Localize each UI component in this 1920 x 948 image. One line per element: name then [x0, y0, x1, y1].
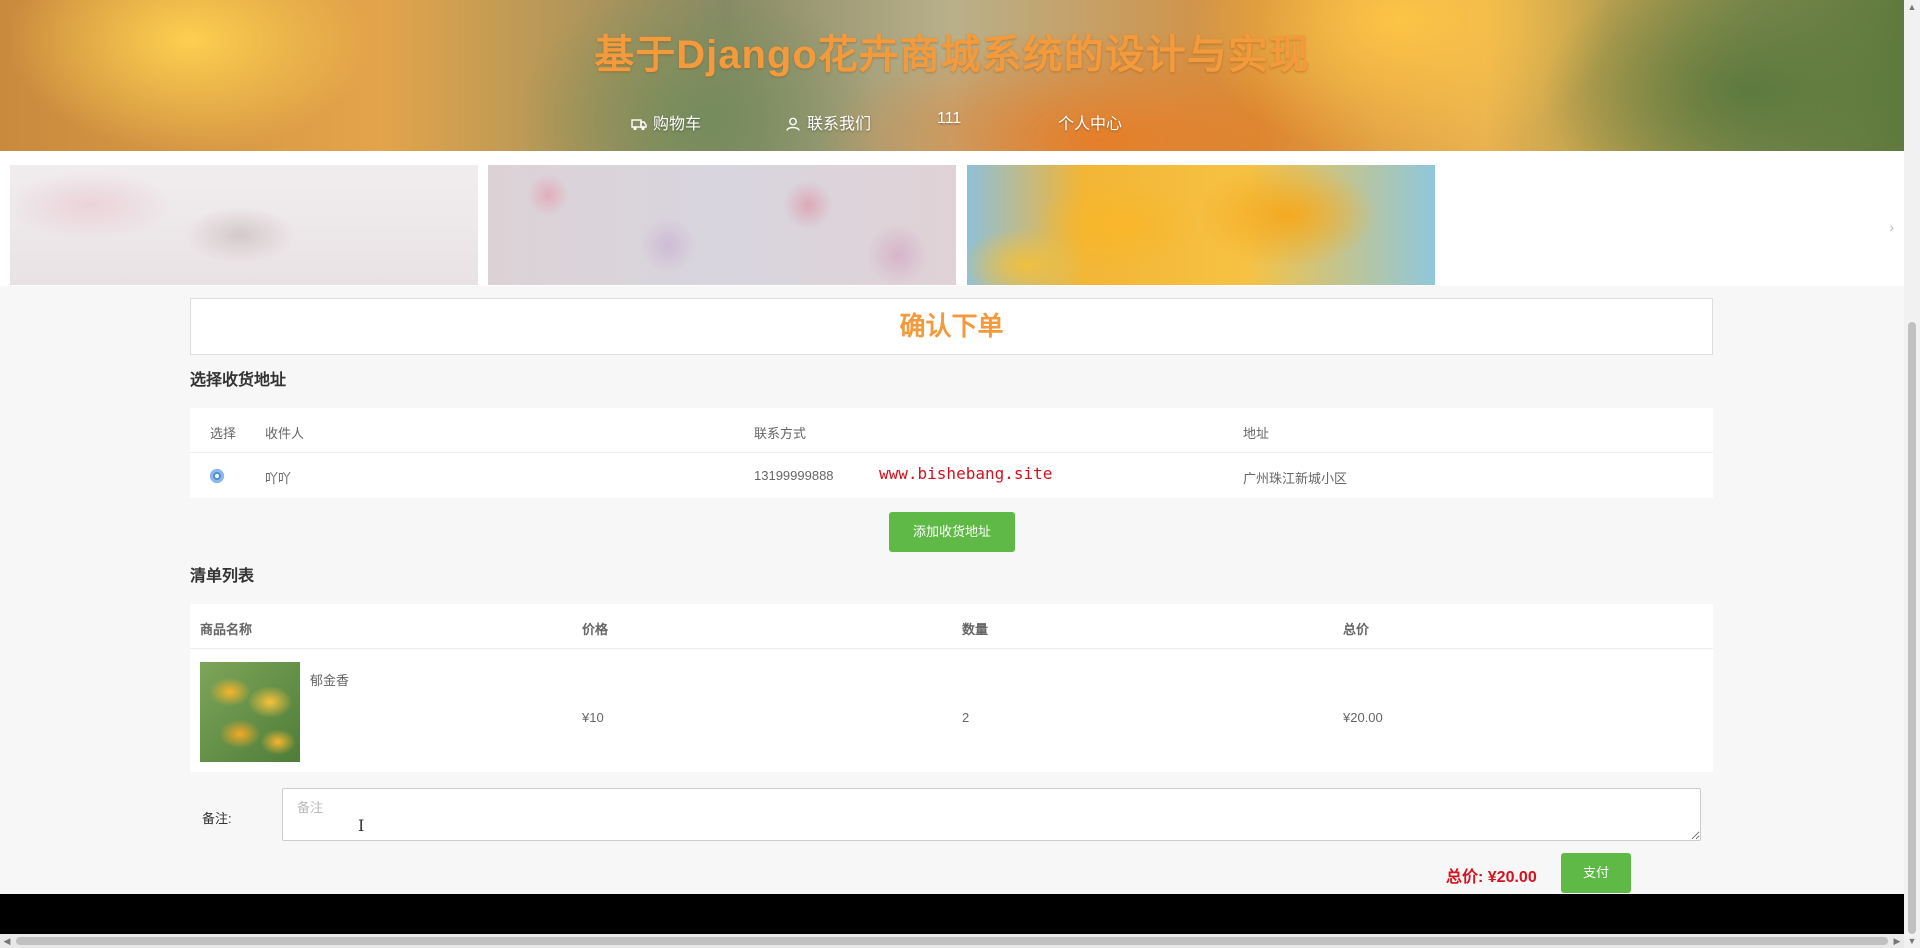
address-table: 选择 收件人 联系方式 地址 吖吖 13199999888 广州珠江新城小区 w… — [190, 408, 1713, 498]
goods-table: 商品名称 价格 数量 总价 郁金香 ¥10 2 ¥20.00 — [190, 604, 1713, 772]
text-cursor-icon: I — [358, 816, 365, 835]
product-price: ¥10 — [582, 710, 604, 725]
product-quantity: 2 — [962, 710, 970, 725]
scroll-down-icon[interactable]: ▼ — [1904, 936, 1920, 946]
address-section-title: 选择收货地址 — [190, 372, 287, 389]
col-recipient: 收件人 — [265, 426, 305, 441]
page-title: 确认下单 — [190, 298, 1713, 355]
col-phone: 联系方式 — [754, 426, 807, 441]
col-product-name: 商品名称 — [200, 622, 253, 637]
scroll-up-icon[interactable]: ▲ — [1904, 2, 1920, 12]
site-title: 基于Django花卉商城系统的设计与实现 — [594, 33, 1310, 77]
site-header: 基于Django花卉商城系统的设计与实现 购物车 联系我们 111 个人中心 — [0, 0, 1904, 151]
nav-contact-label: 联系我们 — [807, 116, 872, 133]
col-price: 价格 — [582, 622, 609, 637]
product-total: ¥20.00 — [1343, 710, 1383, 725]
vertical-scrollbar[interactable]: ▲ ▼ — [1904, 0, 1920, 948]
col-select: 选择 — [210, 426, 237, 441]
nav-personal-center[interactable]: 个人中心 — [1058, 110, 1122, 134]
user-icon — [786, 117, 800, 131]
watermark-text: www.bishebang.site — [879, 464, 1053, 483]
order-confirm-main: 确认下单 选择收货地址 选择 收件人 联系方式 地址 吖吖 1319999988… — [190, 298, 1713, 893]
lily-product-image[interactable] — [200, 662, 300, 762]
truck-icon — [631, 119, 647, 131]
nav-username[interactable]: 111 — [937, 110, 961, 128]
remark-input[interactable] — [282, 788, 1701, 841]
recipient-phone: 13199999888 — [754, 468, 834, 483]
horizontal-scroll-thumb[interactable] — [16, 937, 1888, 945]
chevron-right-icon[interactable]: › — [1889, 219, 1894, 235]
footer-bar — [0, 894, 1904, 934]
nav-cart[interactable]: 购物车 — [631, 110, 701, 134]
remark-label: 备注: — [202, 811, 232, 826]
nav-contact[interactable]: 联系我们 — [785, 110, 871, 134]
flower-field-image[interactable] — [488, 165, 956, 285]
list-section-title: 清单列表 — [190, 568, 255, 585]
col-total: 总价 — [1343, 622, 1370, 637]
nav-cart-label: 购物车 — [653, 116, 702, 133]
scroll-right-icon[interactable]: ▶ — [1890, 934, 1904, 948]
recipient-address: 广州珠江新城小区 — [1243, 471, 1348, 486]
add-address-button[interactable]: 添加收货地址 — [889, 512, 1015, 552]
castle-cherry-blossom-image[interactable] — [10, 165, 478, 285]
goods-table-header: 商品名称 价格 数量 总价 — [190, 604, 1713, 649]
vertical-scroll-thumb[interactable] — [1908, 322, 1916, 934]
address-table-header: 选择 收件人 联系方式 地址 — [190, 408, 1713, 453]
horizontal-scrollbar[interactable]: ◀ ▶ — [0, 934, 1904, 948]
col-address: 地址 — [1243, 426, 1270, 441]
recipient-name: 吖吖 — [265, 471, 292, 486]
banner-carousel: › — [0, 151, 1904, 286]
address-radio[interactable] — [210, 469, 224, 483]
scroll-left-icon[interactable]: ◀ — [0, 934, 14, 948]
product-name[interactable]: 郁金香 — [310, 670, 349, 689]
col-quantity: 数量 — [962, 622, 989, 637]
order-total: 总价: ¥20.00 — [1446, 869, 1537, 886]
main-nav: 购物车 联系我们 111 个人中心 — [0, 110, 1904, 134]
yellow-lily-image[interactable] — [967, 165, 1435, 285]
pay-button[interactable]: 支付 — [1561, 853, 1631, 893]
